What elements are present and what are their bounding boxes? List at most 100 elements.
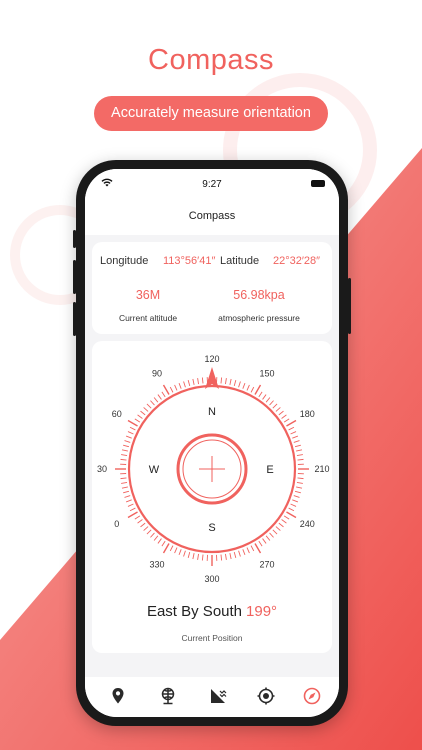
compass-tick bbox=[290, 431, 297, 435]
compass-tick bbox=[242, 382, 246, 389]
longitude-value: 113°56′41″ bbox=[163, 255, 216, 267]
compass-tick bbox=[269, 400, 274, 406]
compass-tick bbox=[178, 549, 182, 556]
compass-tick bbox=[229, 378, 232, 385]
compass-tick bbox=[275, 526, 281, 531]
promo-title: Compass bbox=[148, 44, 274, 76]
tab-location[interactable] bbox=[107, 685, 129, 707]
compass-tick bbox=[296, 449, 303, 452]
compass-degree-label: 180 bbox=[300, 409, 315, 419]
target-icon bbox=[257, 687, 275, 705]
compass-tick bbox=[124, 440, 131, 443]
compass-tick bbox=[162, 384, 170, 395]
compass-tick bbox=[129, 507, 136, 512]
compass-tick bbox=[297, 477, 304, 480]
page-title: Compass bbox=[188, 210, 236, 222]
tab-compass[interactable] bbox=[301, 685, 323, 707]
compass-tick bbox=[197, 378, 199, 385]
pressure-label: atmospheric pressure bbox=[218, 313, 300, 323]
compass-tick bbox=[143, 526, 149, 531]
compass-degree-label: 150 bbox=[259, 369, 274, 379]
compass-degree-label: 120 bbox=[204, 354, 219, 364]
battery-icon bbox=[311, 180, 325, 187]
phone-button bbox=[73, 260, 76, 294]
compass-tick bbox=[197, 553, 199, 560]
compass-tick bbox=[293, 440, 300, 443]
compass-tick bbox=[121, 482, 128, 484]
compass-tick bbox=[296, 482, 303, 484]
compass-tick bbox=[254, 543, 262, 554]
compass-tick bbox=[140, 522, 146, 528]
compass-tick bbox=[286, 419, 297, 427]
tab-altitude[interactable] bbox=[207, 685, 229, 707]
compass-cardinal: S bbox=[208, 522, 215, 534]
compass-degree-label: 0 bbox=[114, 519, 119, 529]
compass-tick bbox=[137, 519, 143, 524]
compass-tick bbox=[120, 458, 127, 461]
compass-tick bbox=[127, 431, 134, 435]
compass-tick bbox=[169, 545, 174, 552]
phone-frame: 9:27 Compass Longitude 113°56′41″ Latitu… bbox=[73, 160, 351, 726]
compass-tick bbox=[123, 444, 130, 448]
compass-tick bbox=[269, 532, 274, 538]
compass-tick bbox=[157, 538, 162, 544]
current-position-caption: Current Position bbox=[181, 633, 243, 643]
compass-tick bbox=[121, 454, 128, 456]
compass-tick bbox=[238, 381, 241, 388]
compass-tick bbox=[262, 394, 267, 400]
compass-tick bbox=[220, 377, 223, 384]
compass-tick bbox=[297, 458, 304, 461]
compass-tick bbox=[153, 397, 159, 403]
compass-degree-label: 90 bbox=[152, 369, 162, 379]
compass-tick bbox=[250, 545, 255, 552]
compass-tick bbox=[178, 382, 182, 389]
location-pin-icon bbox=[112, 688, 124, 704]
compass-arrow-icon bbox=[303, 687, 321, 705]
direction-readout: East By South 199° bbox=[92, 603, 332, 620]
tab-bar bbox=[85, 677, 339, 717]
compass-degree-label: 60 bbox=[112, 409, 122, 419]
tab-target[interactable] bbox=[255, 685, 277, 707]
compass-tick bbox=[121, 486, 128, 489]
compass-tick bbox=[187, 551, 191, 558]
compass-degree-label: 300 bbox=[204, 574, 219, 584]
compass-tick bbox=[265, 535, 271, 541]
tab-globe[interactable] bbox=[157, 685, 179, 707]
compass-tick bbox=[254, 384, 262, 395]
compass-tick bbox=[127, 503, 134, 507]
compass-tick bbox=[272, 529, 278, 535]
compass-degree-label: 210 bbox=[314, 464, 329, 474]
status-time: 9:27 bbox=[202, 179, 222, 190]
compass-tick bbox=[286, 511, 297, 519]
longitude-label: Longitude bbox=[100, 255, 149, 267]
compass-tick bbox=[233, 551, 237, 558]
compass-tick bbox=[246, 547, 250, 554]
compass-tick bbox=[162, 543, 170, 554]
compass-tick bbox=[250, 386, 255, 393]
compass-tick bbox=[278, 410, 284, 416]
direction-degree: 199° bbox=[246, 603, 278, 620]
direction-name: East By South bbox=[146, 603, 243, 620]
compass-degree-label: 30 bbox=[97, 464, 107, 474]
compass-tick bbox=[157, 394, 162, 400]
latitude-value: 22°32′28″ bbox=[273, 255, 321, 267]
compass-tick bbox=[201, 554, 204, 561]
compass-tick bbox=[272, 403, 278, 409]
compass-tick bbox=[288, 507, 295, 512]
compass-tick bbox=[242, 549, 246, 556]
compass-tick bbox=[290, 503, 297, 507]
compass-tick bbox=[258, 540, 263, 547]
compass-tick bbox=[278, 522, 284, 528]
compass-tick bbox=[292, 499, 299, 503]
compass-tick bbox=[296, 486, 303, 489]
compass-tick bbox=[292, 435, 299, 439]
compass-tick bbox=[275, 407, 281, 412]
compass-tick bbox=[150, 532, 155, 538]
compass-tick bbox=[134, 515, 141, 520]
compass-tick bbox=[293, 495, 300, 498]
latitude-label: Latitude bbox=[220, 255, 260, 267]
compass-tick bbox=[140, 410, 146, 416]
phone-button bbox=[73, 230, 76, 248]
promo-subtitle-badge: Accurately measure orientation bbox=[94, 96, 328, 131]
compass-tick bbox=[161, 540, 166, 547]
